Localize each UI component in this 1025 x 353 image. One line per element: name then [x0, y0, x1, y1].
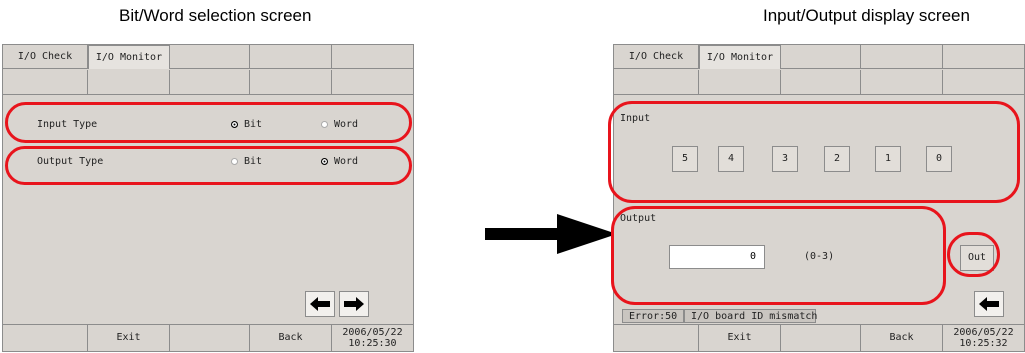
- out-button-highlight: [947, 232, 1000, 277]
- time-text: 10:25:30: [348, 338, 397, 349]
- tab-empty: [861, 45, 943, 69]
- right-screen-caption: Input/Output display screen: [763, 6, 970, 25]
- sub-tab-empty: [250, 70, 332, 94]
- date-time-display: 2006/05/22 10:25:30: [332, 325, 413, 351]
- sub-tab-empty: [614, 70, 699, 94]
- tab-empty: [250, 45, 332, 69]
- previous-page-button[interactable]: [305, 291, 335, 317]
- previous-page-button[interactable]: [974, 291, 1004, 317]
- input-type-highlight: [5, 102, 412, 143]
- arrow-right-icon: [344, 297, 364, 311]
- error-code: Error:50: [622, 309, 684, 323]
- tab-empty: [781, 45, 861, 69]
- bottom-empty: [170, 325, 250, 351]
- error-message: I/O board ID mismatch: [684, 309, 817, 323]
- sub-tab-empty: [781, 70, 861, 94]
- back-button[interactable]: Back: [861, 325, 943, 351]
- bottom-empty: [3, 325, 88, 351]
- output-type-highlight: [5, 146, 412, 185]
- next-page-button[interactable]: [339, 291, 369, 317]
- time-text: 10:25:32: [959, 338, 1008, 349]
- tab-empty: [943, 45, 1024, 69]
- arrow-left-icon: [310, 297, 330, 311]
- tab-bar: I/O Check I/O Monitor: [3, 45, 413, 70]
- bottom-bar: Exit Back 2006/05/22 10:25:32: [614, 324, 1024, 351]
- sub-tab-empty: [3, 70, 88, 94]
- tab-io-check[interactable]: I/O Check: [614, 45, 699, 69]
- date-text: 2006/05/22: [953, 327, 1014, 338]
- tab-io-monitor[interactable]: I/O Monitor: [699, 45, 781, 69]
- date-text: 2006/05/22: [342, 327, 403, 338]
- exit-button[interactable]: Exit: [88, 325, 170, 351]
- arrow-right-icon: [485, 214, 617, 254]
- sub-tab-empty: [88, 70, 170, 94]
- tab-bar: I/O Check I/O Monitor: [614, 45, 1024, 70]
- bottom-bar: Exit Back 2006/05/22 10:25:30: [3, 324, 413, 351]
- tab-empty: [332, 45, 413, 69]
- date-time-display: 2006/05/22 10:25:32: [943, 325, 1024, 351]
- sub-tab-bar: [3, 70, 413, 95]
- bottom-empty: [781, 325, 861, 351]
- output-section-highlight: [611, 206, 946, 305]
- input-section-highlight: [608, 101, 1020, 203]
- sub-tab-empty: [861, 70, 943, 94]
- bottom-empty: [614, 325, 699, 351]
- back-button[interactable]: Back: [250, 325, 332, 351]
- sub-tab-empty: [170, 70, 250, 94]
- tab-empty: [170, 45, 250, 69]
- sub-tab-empty: [699, 70, 781, 94]
- exit-button[interactable]: Exit: [699, 325, 781, 351]
- left-screen-caption: Bit/Word selection screen: [119, 6, 312, 25]
- tab-io-check[interactable]: I/O Check: [3, 45, 88, 69]
- sub-tab-bar: [614, 70, 1024, 95]
- tab-io-monitor[interactable]: I/O Monitor: [88, 45, 170, 69]
- arrow-left-icon: [979, 297, 999, 311]
- bit-word-selection-screen: I/O Check I/O Monitor Input Type Bit Wor…: [2, 44, 414, 352]
